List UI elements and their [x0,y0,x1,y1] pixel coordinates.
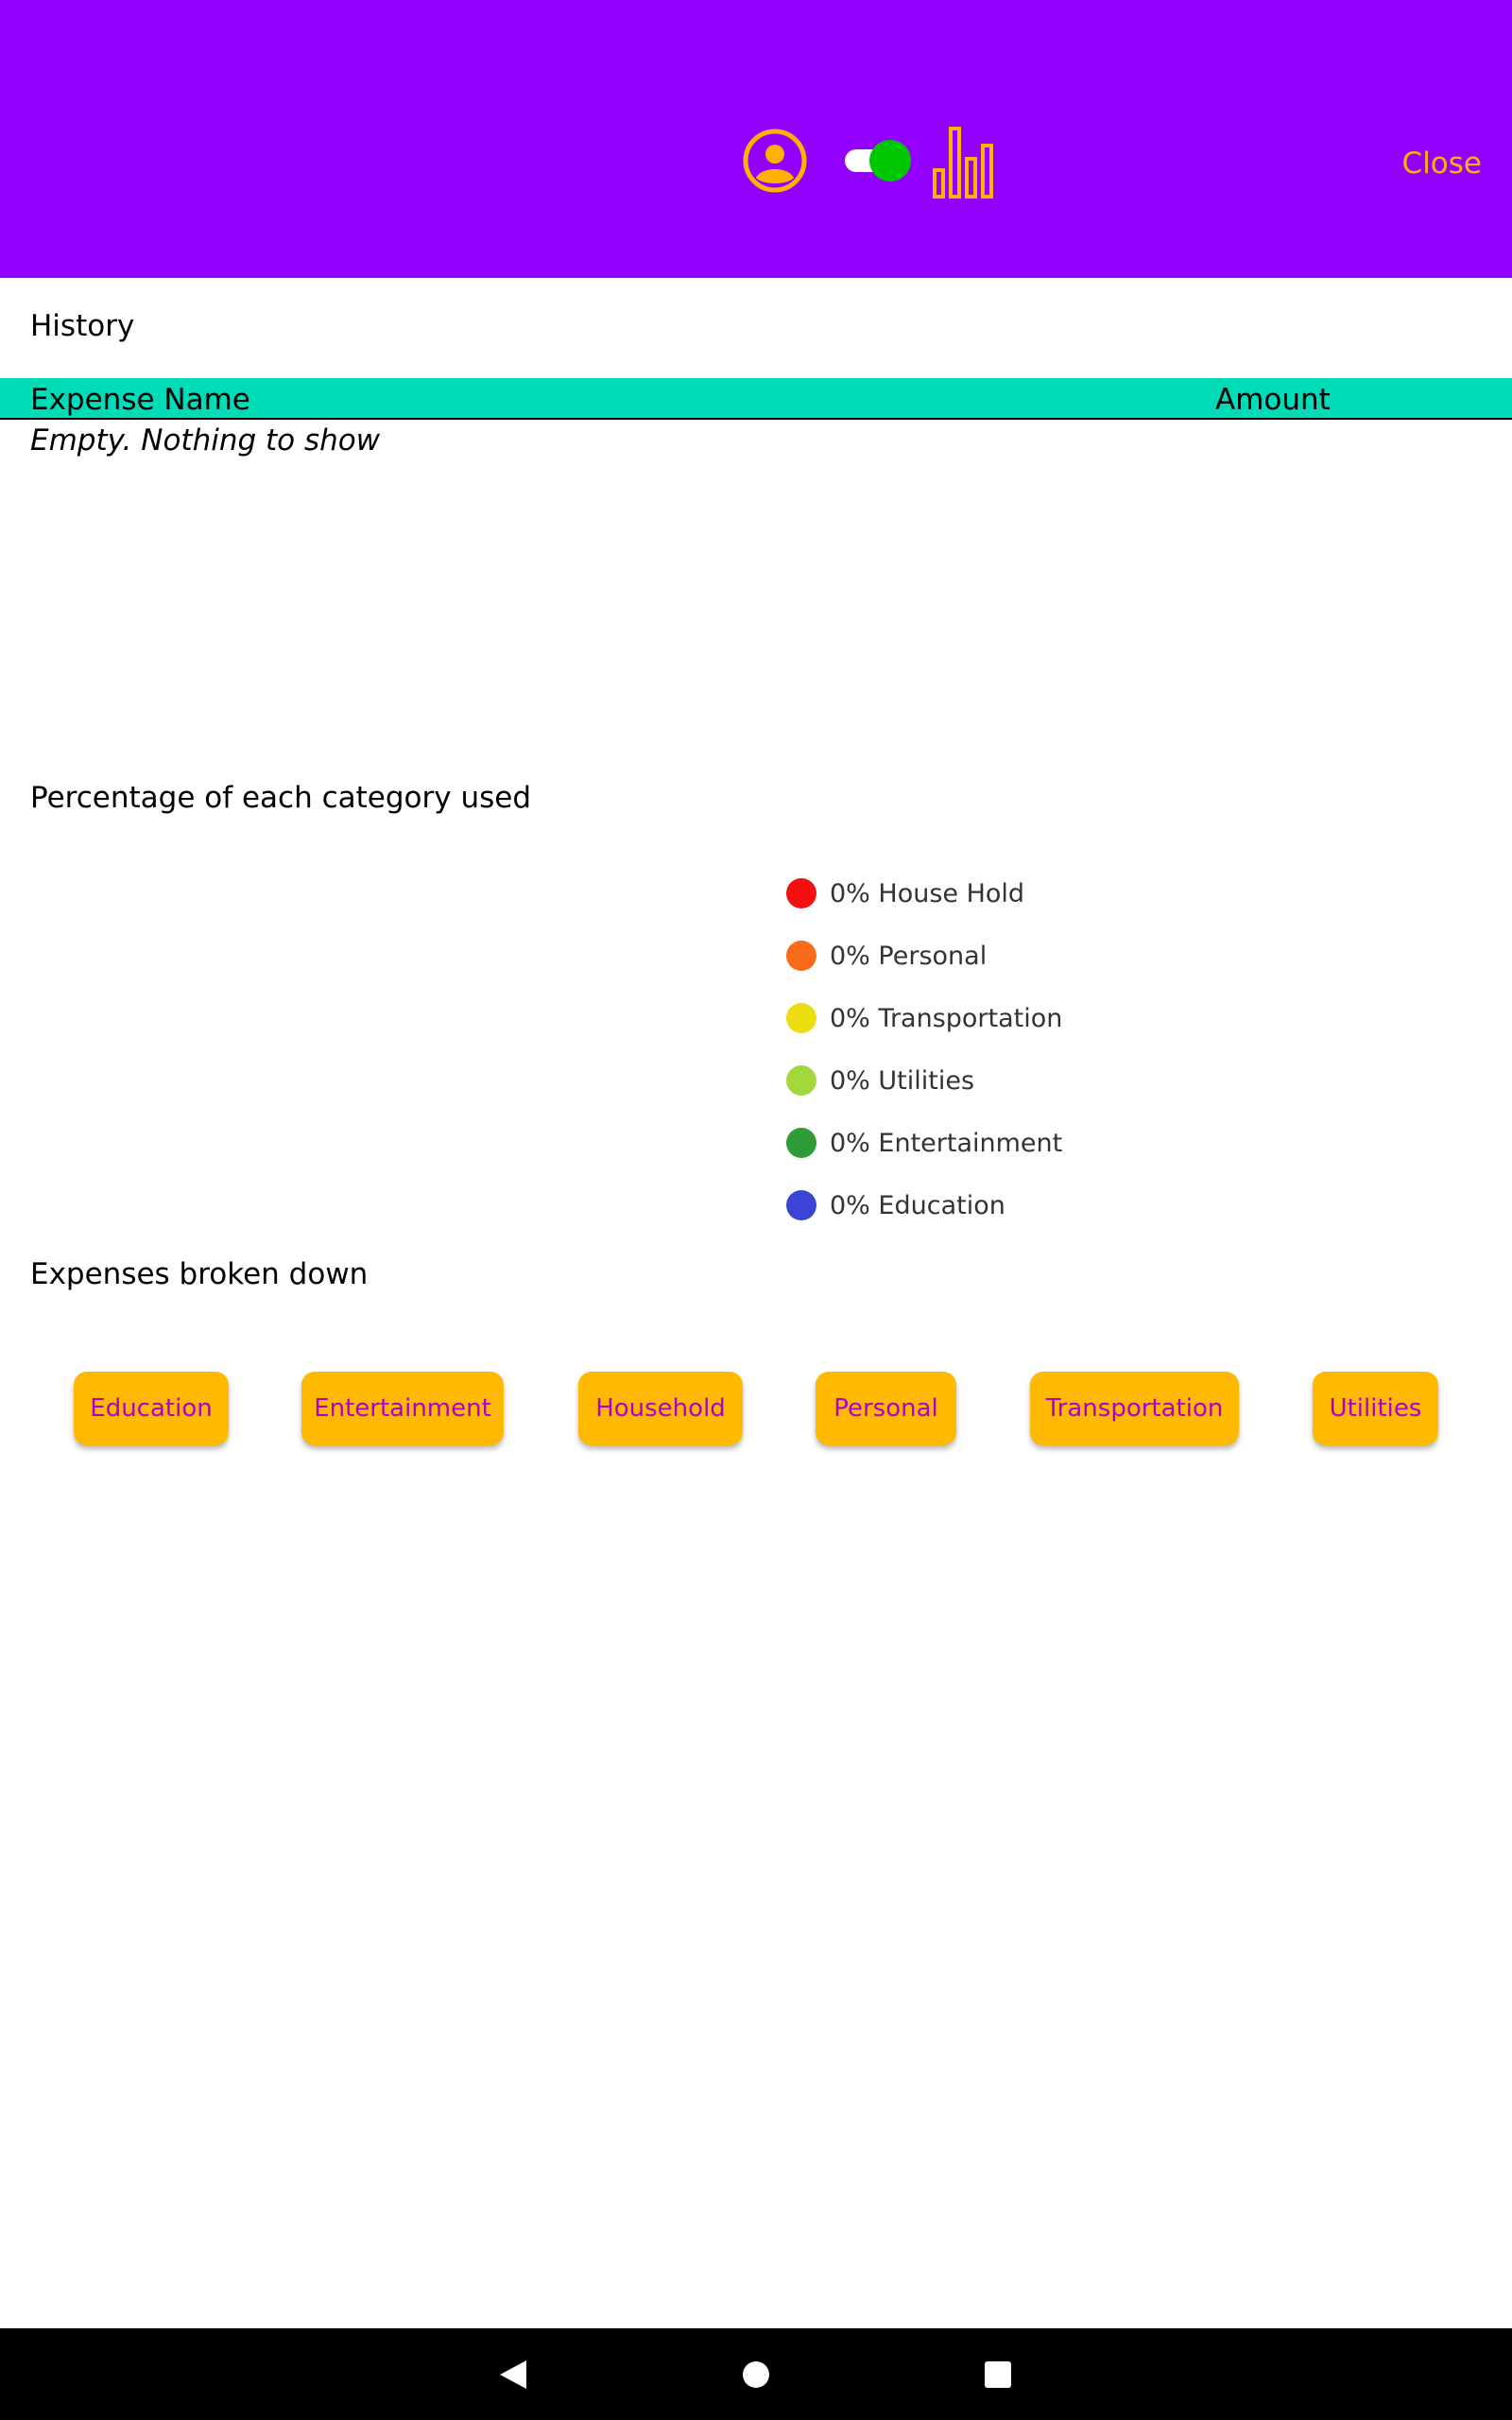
column-header-amount: Amount [1215,383,1331,417]
entertainment-button[interactable]: Entertainment [301,1372,504,1445]
bar-chart-icon[interactable] [932,125,996,199]
utilities-button[interactable]: Utilities [1313,1372,1438,1445]
legend-item-personal: 0% Personal [786,925,1062,987]
legend-dot-personal [786,941,816,971]
household-button[interactable]: Household [578,1372,743,1445]
legend-dot-education [786,1190,816,1220]
toggle-switch-icon[interactable] [843,138,913,183]
legend-label-education: 0% Education [830,1190,1005,1220]
legend-dot-household [786,878,816,908]
history-title: History [30,309,135,343]
percentage-title: Percentage of each category used [30,781,531,815]
account-circle-icon[interactable] [743,129,807,193]
personal-button[interactable]: Personal [816,1372,956,1445]
transportation-button[interactable]: Transportation [1030,1372,1239,1445]
nav-back-button[interactable] [467,2328,558,2420]
empty-history-message: Empty. Nothing to show [30,424,381,458]
column-header-expense-name: Expense Name [30,383,250,417]
legend-dot-transportation [786,1003,816,1033]
close-button[interactable]: Close [1402,140,1482,187]
legend-label-transportation: 0% Transportation [830,1003,1063,1033]
legend-label-utilities: 0% Utilities [830,1065,975,1096]
home-icon [742,2360,769,2388]
legend-label-household: 0% House Hold [830,878,1025,908]
legend-item-entertainment: 0% Entertainment [786,1112,1062,1174]
app-header: Close [0,0,1512,278]
legend-item-household: 0% House Hold [786,862,1062,925]
legend-label-entertainment: 0% Entertainment [830,1128,1063,1158]
back-icon [499,2360,526,2389]
legend-item-transportation: 0% Transportation [786,987,1062,1049]
legend-dot-entertainment [786,1128,816,1158]
system-navigation-bar [0,2328,1512,2420]
legend-item-utilities: 0% Utilities [786,1049,1062,1112]
category-legend: 0% House Hold 0% Personal 0% Transportat… [786,862,1062,1236]
history-table-header: Expense Name Amount [0,378,1512,420]
nav-recents-button[interactable] [952,2328,1043,2420]
legend-dot-utilities [786,1065,816,1096]
education-button[interactable]: Education [74,1372,229,1445]
nav-home-button[interactable] [710,2328,801,2420]
recents-icon [984,2360,1011,2388]
legend-item-education: 0% Education [786,1174,1062,1236]
legend-label-personal: 0% Personal [830,941,988,971]
breakdown-title: Expenses broken down [30,1257,369,1291]
